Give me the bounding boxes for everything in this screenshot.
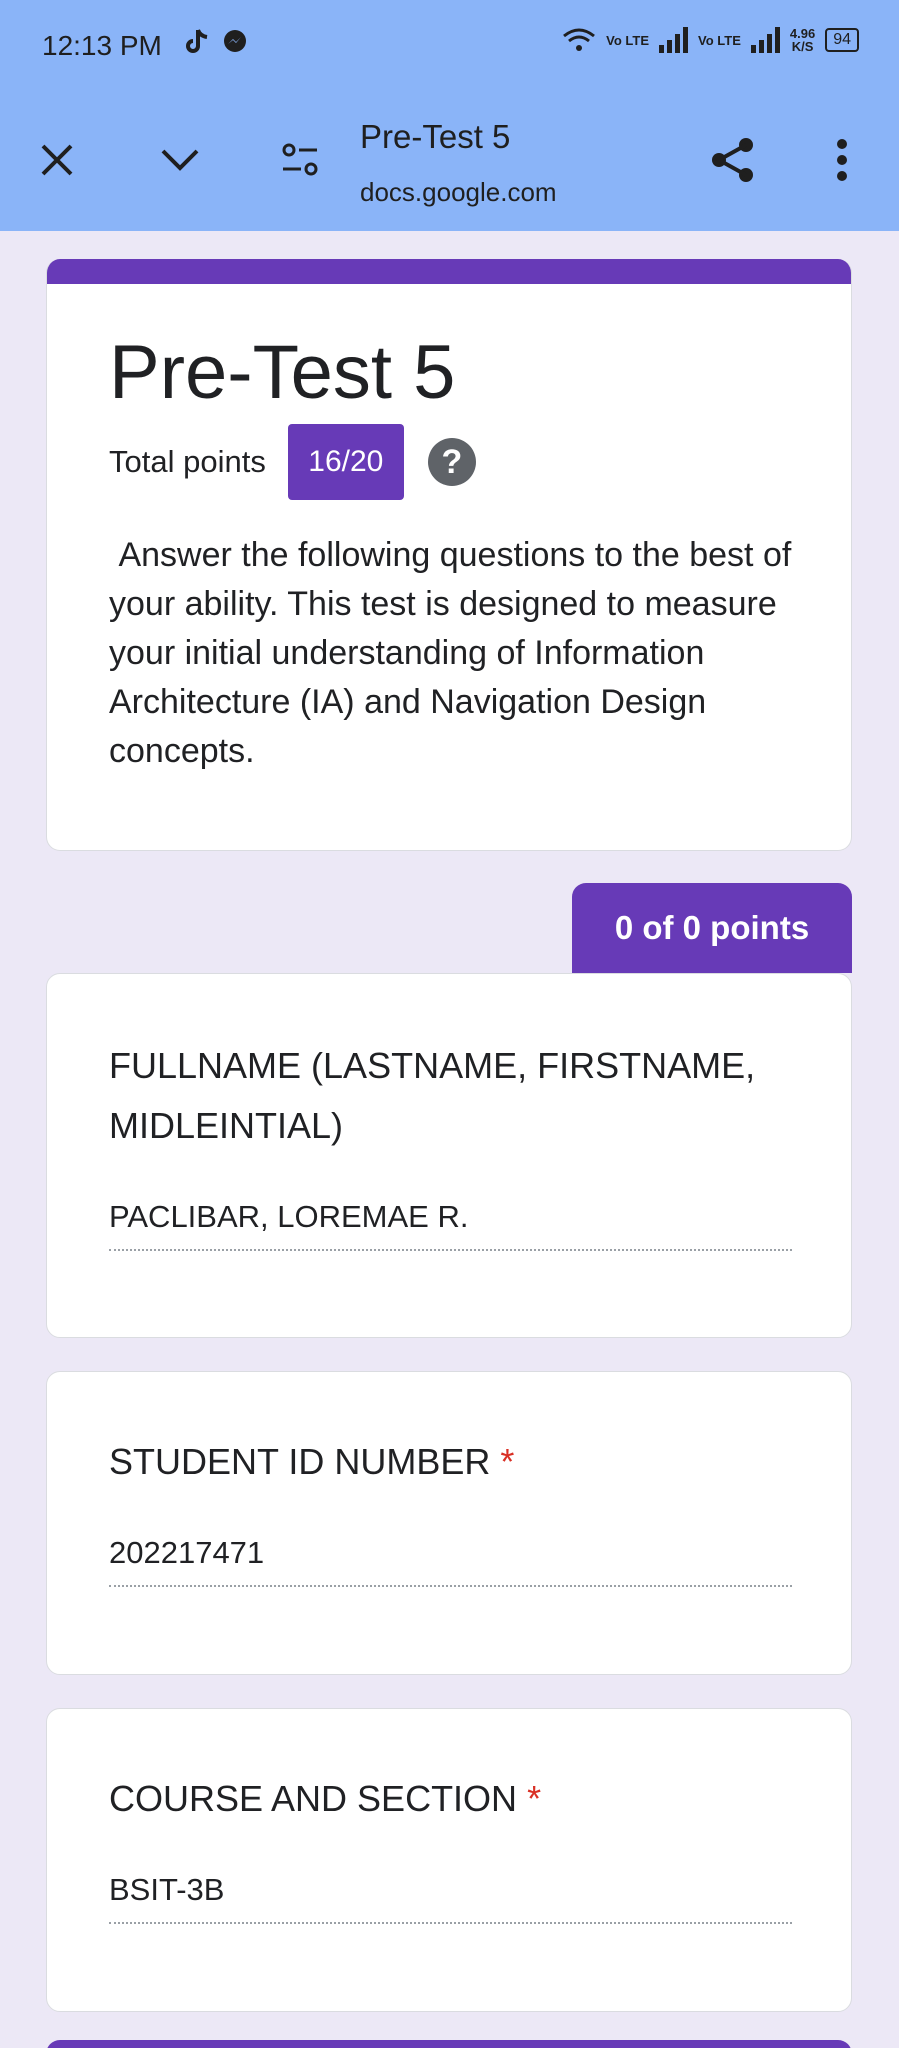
total-points-label: Total points: [109, 444, 266, 479]
browser-top-bar: 12:13 PM Vo LTE Vo LTE 4.96 K/S 94 Pre-T…: [0, 0, 899, 231]
messenger-icon: [224, 30, 246, 52]
status-time: 12:13 PM: [42, 30, 162, 61]
wifi-icon: [563, 28, 596, 51]
required-marker: *: [527, 1778, 542, 1819]
signal-icon-1: [659, 27, 689, 53]
signal-icon-2: [750, 27, 780, 53]
network-speed: 4.96 K/S: [789, 26, 816, 54]
section-points-badge: 0 of 0 points: [572, 883, 852, 973]
chevron-down-icon[interactable]: [155, 135, 205, 185]
required-marker: *: [500, 1441, 515, 1482]
share-icon[interactable]: [708, 135, 758, 185]
accent-band: [47, 259, 851, 284]
close-icon[interactable]: [32, 135, 82, 185]
page-url: docs.google.com: [360, 177, 557, 207]
notification-icons: [184, 28, 248, 56]
volte-indicator-1: Vo LTE: [606, 32, 650, 48]
question-card-student-id: STUDENT ID NUMBER * 202217471: [46, 1371, 852, 1675]
status-right-icons: Vo LTE Vo LTE 4.96 K/S 94: [562, 26, 859, 54]
form-header-card: Pre-Test 5 Total points 16/20 ? Answer t…: [46, 259, 852, 851]
answer-text: 202217471: [109, 1535, 792, 1587]
answer-text: PACLIBAR, LOREMAE R.: [109, 1199, 792, 1251]
page-title: Pre-Test 5: [360, 118, 511, 155]
question-title: STUDENT ID NUMBER *: [109, 1441, 515, 1482]
volte-indicator-2: Vo LTE: [698, 32, 741, 48]
page-settings-icon[interactable]: [275, 135, 325, 185]
question-card-course-section: COURSE AND SECTION * BSIT-3B: [46, 1708, 852, 2012]
next-section-band: [46, 2040, 852, 2048]
answer-text: BSIT-3B: [109, 1872, 792, 1924]
tiktok-icon: [186, 29, 208, 53]
help-icon[interactable]: ?: [427, 438, 476, 486]
battery-indicator: 94: [825, 28, 859, 52]
total-points-row: Total points 16/20 ?: [109, 424, 476, 500]
form-description: Answer the following questions to the be…: [109, 536, 801, 770]
more-vert-icon[interactable]: [817, 135, 867, 185]
question-title: COURSE AND SECTION *: [109, 1778, 542, 1819]
score-badge: 16/20: [287, 424, 404, 500]
question-card-fullname: FULLNAME (LASTNAME, FIRSTNAME, MIDLEINTI…: [46, 973, 852, 1338]
form-title: Pre-Test 5: [109, 330, 456, 415]
question-title: FULLNAME (LASTNAME, FIRSTNAME, MIDLEINTI…: [109, 1045, 756, 1146]
